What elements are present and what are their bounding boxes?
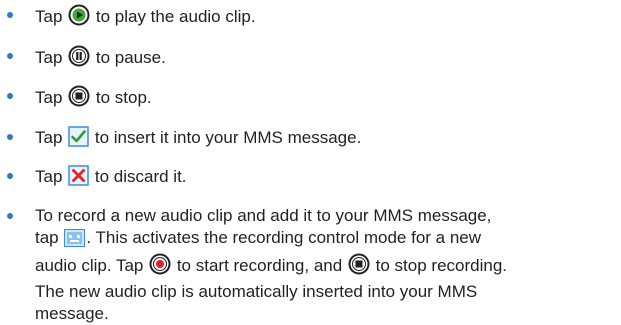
paragraph-line-5: message. [35, 303, 109, 323]
paragraph-line-3: audio clip. Tap to start recording, and … [35, 253, 621, 281]
line-text: . This activates the recording control m… [86, 227, 482, 247]
item-text-after: to pause. [91, 47, 166, 67]
item-text-before: Tap [35, 167, 68, 186]
list-item-discard: Tap to discard it. [0, 165, 621, 192]
record-icon [149, 253, 171, 281]
line-text: audio clip. Tap [35, 255, 149, 275]
list-item-play: Tap to play the audio clip. [0, 4, 621, 32]
paragraph-line-4: The new audio clip is automatically inse… [35, 281, 478, 301]
paragraph-line-1: To record a new audio clip and add it to… [35, 205, 492, 225]
paragraph-line-2: tap . This activates the recording contr… [35, 227, 621, 253]
item-text-after: to play the audio clip. [91, 7, 256, 26]
stop-icon [68, 85, 90, 113]
play-icon [68, 4, 90, 32]
instruction-list: Tap to play the audio clip. Tap to pause… [0, 4, 621, 325]
new-audio-clip-icon [64, 228, 86, 253]
item-text-before: Tap [35, 127, 68, 147]
list-item-insert: Tap to insert it into your MMS message. [0, 125, 621, 153]
line-text: to start recording, and [172, 255, 347, 275]
item-text-after: to stop. [91, 88, 152, 107]
item-text-before: Tap [35, 88, 68, 107]
bullet-icon [7, 173, 13, 179]
bullet-icon [7, 12, 13, 18]
item-text-before: Tap [35, 7, 68, 26]
bullet-icon [7, 93, 13, 99]
list-item-stop: Tap to stop. [0, 85, 621, 113]
line-text: to stop recording. [370, 255, 508, 275]
item-text-after: to discard it. [90, 167, 187, 186]
stop-icon [348, 253, 370, 281]
item-text-after: to insert it into your MMS message. [90, 127, 362, 147]
bullet-icon [7, 133, 13, 140]
instruction-page: Tap to play the audio clip. Tap to pause… [0, 0, 621, 323]
pause-icon [68, 45, 90, 73]
item-text-before: Tap [35, 47, 68, 67]
discard-x-icon [68, 165, 89, 192]
bullet-icon [7, 212, 13, 219]
checkmark-icon [68, 125, 89, 153]
line-text: tap [35, 227, 64, 247]
list-item-pause: Tap to pause. [0, 45, 621, 73]
bullet-icon [7, 52, 13, 59]
list-item-record: To record a new audio clip and add it to… [0, 205, 621, 325]
